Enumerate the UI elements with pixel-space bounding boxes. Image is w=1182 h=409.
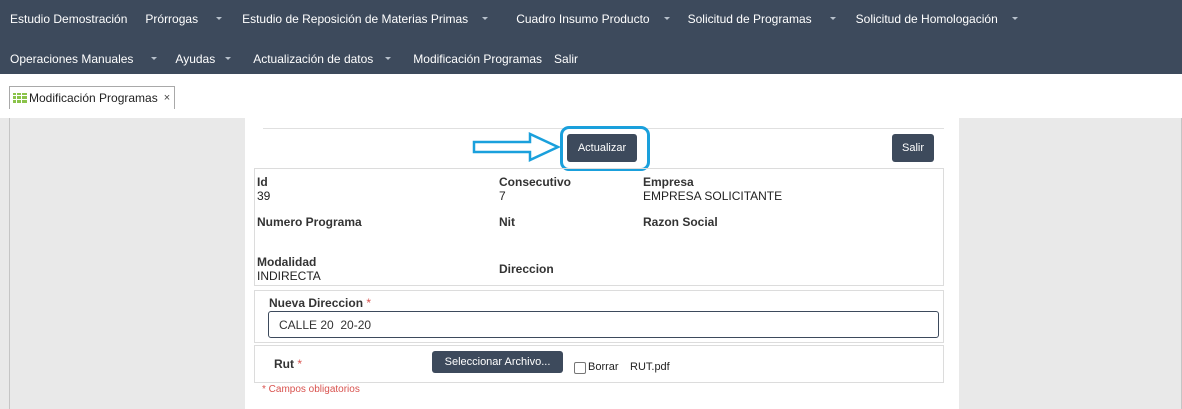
caret-down-icon — [225, 57, 232, 60]
nit-label: Nit — [499, 215, 515, 229]
id-label: Id — [257, 175, 268, 189]
nav-label: Estudio de Reposición de Materias Primas — [242, 11, 469, 26]
caret-down-icon — [663, 17, 670, 20]
arrow-right-icon — [472, 132, 561, 162]
nav-row-2: Operaciones Manuales Ayudas Actualizació… — [0, 40, 586, 77]
rut-label: Rut * — [274, 357, 302, 371]
select-file-button[interactable]: Seleccionar Archivo... — [432, 351, 563, 373]
consecutivo-value: 7 — [499, 189, 506, 203]
nav-operaciones-manuales[interactable]: Operaciones Manuales — [10, 51, 158, 66]
nav-cuadro-insumo[interactable]: Cuadro Insumo Producto — [516, 11, 670, 26]
nav-solicitud-programas[interactable]: Solicitud de Programas — [688, 12, 836, 26]
new-address-label-text: Nueva Direccion — [269, 296, 364, 310]
content-left-border — [9, 118, 10, 409]
delete-label: Borrar — [588, 361, 619, 373]
nav-label: Prórrogas — [145, 11, 199, 26]
tab-bar: Modificación Programas × — [0, 74, 1182, 119]
required-mark: * — [297, 357, 303, 371]
caret-down-icon — [151, 57, 158, 60]
caret-down-icon — [216, 17, 223, 20]
empresa-label: Empresa — [643, 175, 694, 189]
caret-down-icon — [482, 17, 489, 20]
nav-estudio-demostracion[interactable]: Estudio Demostración — [10, 12, 127, 26]
nav-modificacion-programas[interactable]: Modificación Programas — [413, 52, 542, 66]
nav-row-1: Estudio Demostración Prórrogas Estudio d… — [0, 0, 1026, 37]
rut-label-text: Rut — [274, 357, 294, 371]
caret-down-icon — [829, 17, 836, 20]
nav-label: Estudio Demostración — [10, 11, 128, 26]
razon-social-label: Razon Social — [643, 215, 718, 229]
nav-ayudas[interactable]: Ayudas — [175, 51, 232, 66]
empresa-value: EMPRESA SOLICITANTE — [643, 189, 783, 203]
required-fields-note: * Campos obligatorios — [262, 384, 360, 395]
consecutivo-label: Consecutivo — [499, 175, 572, 189]
nav-label: Actualización de datos — [253, 51, 374, 66]
nav-label: Ayudas — [175, 51, 216, 66]
close-icon[interactable]: × — [164, 92, 170, 104]
nav-label: Salir — [554, 51, 579, 66]
tab-modificacion-programas[interactable]: Modificación Programas × — [9, 86, 176, 109]
delete-checkbox[interactable] — [574, 362, 586, 374]
tab-label: Modificación Programas — [29, 91, 158, 105]
direccion-label: Direccion — [499, 262, 554, 276]
caret-down-icon — [1011, 17, 1018, 20]
nav-label: Solicitud de Programas — [687, 11, 812, 26]
rut-file-link[interactable]: RUT.pdf — [630, 361, 670, 373]
nav-salir[interactable]: Salir — [554, 52, 578, 66]
new-address-value: CALLE 20 20-20 — [279, 317, 372, 332]
caret-down-icon — [385, 57, 392, 60]
nav-estudio-reposicion[interactable]: Estudio de Reposición de Materias Primas — [242, 11, 489, 26]
id-value: 39 — [257, 189, 271, 203]
top-navbar: Estudio Demostración Prórrogas Estudio d… — [0, 0, 1182, 74]
required-mark: * — [366, 296, 372, 310]
nav-label: Operaciones Manuales — [10, 51, 134, 66]
modalidad-value: INDIRECTA — [257, 269, 321, 283]
nav-label: Cuadro Insumo Producto — [516, 11, 650, 26]
update-button[interactable]: Actualizar — [567, 134, 637, 162]
exit-button[interactable]: Salir — [892, 134, 934, 162]
nav-actualizacion-datos[interactable]: Actualización de datos — [253, 51, 392, 66]
nav-solicitud-homologacion[interactable]: Solicitud de Homologación — [856, 12, 1018, 26]
numero-programa-label: Numero Programa — [257, 215, 362, 229]
new-address-label: Nueva Direccion * — [269, 296, 371, 310]
nav-prorrogas[interactable]: Prórrogas — [145, 11, 223, 26]
grid-table-icon — [13, 93, 27, 103]
modalidad-label: Modalidad — [257, 255, 317, 269]
nav-label: Solicitud de Homologación — [855, 11, 998, 26]
new-address-input[interactable]: CALLE 20 20-20 — [268, 311, 939, 338]
nav-label: Modificación Programas — [413, 51, 543, 66]
